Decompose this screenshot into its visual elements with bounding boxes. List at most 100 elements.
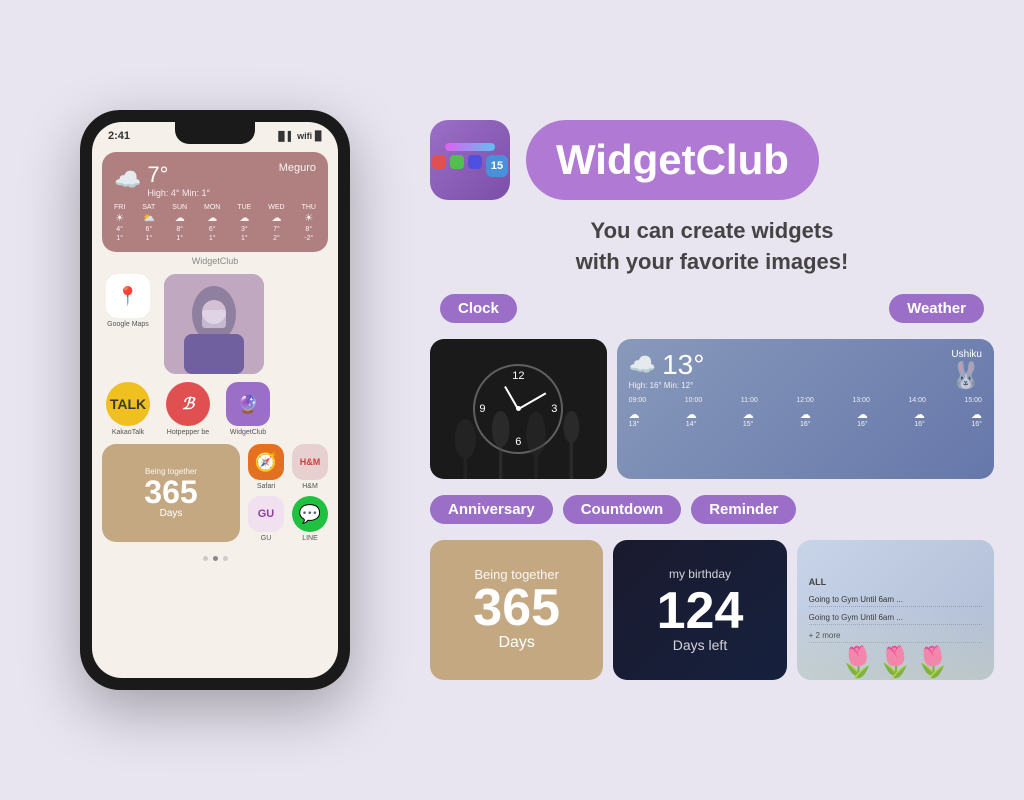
maps-label: Google Maps (107, 321, 149, 328)
cloud-icon: ☁️ (114, 167, 141, 193)
badge-row-1: Clock Weather (430, 294, 994, 323)
phone-section: 2:41 ▐▌▌ wifi ▉ ☁️ 7° (30, 110, 400, 690)
ann-number-small: 365 (144, 476, 197, 508)
weather-day: SAT⛅6°1° (142, 204, 155, 242)
brand-name: WidgetClub (556, 136, 789, 183)
reminder-item-1: Going to Gym Until 6am ... (809, 593, 982, 607)
wp-temp: 13° (662, 349, 704, 381)
photo-widget (164, 274, 264, 374)
ann-being-small: Being together (145, 467, 197, 476)
safari-icon: 🧭 (248, 444, 284, 480)
cd-label: my birthday (669, 567, 731, 581)
bottom-icons-row-1: 🧭 Safari H&M H&M (248, 444, 328, 490)
clock-badge: Clock (440, 294, 517, 323)
wp-info: ☁️ 13° High: 16° Min: 12° (629, 349, 705, 390)
apps-row-2: TALK KakaoTalk ℬ Hotpepper be 🔮 WidgetCl… (102, 382, 328, 436)
wp-hours: 09:0010:0011:0012:0013:0014:0015:00 (629, 397, 982, 404)
hotpepper-label: Hotpepper be (167, 429, 209, 436)
app-item-widgetclub: 🔮 WidgetClub (226, 382, 270, 436)
ann-days-small: Days (160, 508, 183, 519)
app-safari: 🧭 Safari (248, 444, 284, 490)
status-icons: ▐▌▌ wifi ▉ (275, 131, 322, 142)
app-hm: H&M H&M (292, 444, 328, 490)
tagline-line2: with your favorite images! (576, 249, 849, 274)
info-section: 15 WidgetClub You can create widgets wit… (430, 120, 994, 680)
wp-right: Ushiku 🐰 (950, 349, 982, 391)
wp-minmax: High: 16° Min: 12° (629, 381, 705, 390)
weather-badge: Weather (889, 294, 984, 323)
page-dot-1 (203, 556, 208, 561)
wp-cloud-icon: ☁️ (629, 352, 656, 378)
widget-label-weather: WidgetClub (102, 256, 328, 266)
wifi-icon: wifi (297, 131, 312, 141)
weather-day: THU☀8°-2° (302, 204, 316, 242)
bottom-icons-row-2: GU GU 💬 LINE (248, 496, 328, 542)
phone-mockup: 2:41 ▐▌▌ wifi ▉ ☁️ 7° (80, 110, 350, 690)
app-gu: GU GU (248, 496, 284, 542)
wp-weather-icons: ☁☁☁☁☁☁☁ (629, 408, 982, 421)
cd-number: 124 (657, 585, 744, 637)
page-dot-3 (223, 556, 228, 561)
weather-top: ☁️ 7° High: 4° Min: 1° Meguro (114, 162, 316, 198)
weather-day: WED☁7°2° (268, 204, 284, 242)
widgetclub-small-icon: 🔮 (226, 382, 270, 426)
brand-header: 15 WidgetClub (430, 120, 994, 200)
cd-days: Days left (673, 637, 727, 653)
hotpepper-icon: ℬ (166, 382, 210, 426)
maps-icon: 📍 (106, 274, 150, 318)
wp-location: Ushiku (950, 349, 982, 360)
weather-preview-widget: ☁️ 13° High: 16° Min: 12° Ushiku 🐰 09:00… (617, 339, 994, 479)
battery-icon: ▉ (315, 131, 322, 142)
phone-content: ☁️ 7° High: 4° Min: 1° Meguro FRI☀4°1° S… (92, 146, 338, 678)
reminder-preview-widget: ALL Going to Gym Until 6am ... Going to … (797, 540, 994, 680)
clock-12: 12 (512, 370, 524, 382)
app-item-hotpepper: ℬ Hotpepper be (166, 382, 210, 436)
weather-day: FRI☀4°1° (114, 204, 125, 242)
flower-decoration: 🌷🌷🌷 (797, 610, 994, 680)
weather-days: FRI☀4°1° SAT⛅6°1° SUN☁8°1° MON☁6°1° TUE☁… (114, 204, 316, 242)
anniversary-widget-small: Being together 365 Days (102, 444, 240, 542)
ann-pre-number: 365 (473, 582, 560, 634)
ann-pre-being: Being together (474, 567, 559, 582)
widgetclub-label: WidgetClub (230, 429, 266, 436)
page-dot-2 (213, 556, 218, 561)
app-icon-large: 15 (430, 120, 510, 200)
weather-temp: 7° (147, 162, 210, 188)
weather-day: SUN☁8°1° (172, 204, 187, 242)
tagline-line1: You can create widgets (591, 218, 834, 243)
wp-temps: 13°14°15°16°16°16°16° (629, 421, 982, 428)
line-icon: 💬 (292, 496, 328, 532)
weather-minmax: High: 4° Min: 1° (147, 188, 210, 198)
app-item-maps: 📍 Google Maps (106, 274, 150, 374)
weather-location: Meguro (279, 162, 316, 174)
weather-day: MON☁6°1° (204, 204, 220, 242)
anniversary-badge: Anniversary (430, 495, 553, 524)
countdown-preview-widget: my birthday 124 Days left (613, 540, 786, 680)
status-time: 2:41 (108, 130, 130, 142)
countdown-badge: Countdown (563, 495, 681, 524)
apps-row: 📍 Google Maps (102, 274, 328, 374)
pagination (102, 550, 328, 565)
kakao-label: KakaoTalk (112, 429, 144, 436)
reminder-badge: Reminder (691, 495, 796, 524)
dot-red (432, 155, 446, 169)
badge-row-2: Anniversary Countdown Reminder (430, 495, 994, 524)
weather-left: ☁️ 7° High: 4° Min: 1° (114, 162, 210, 198)
phone-weather-widget: ☁️ 7° High: 4° Min: 1° Meguro FRI☀4°1° S… (102, 152, 328, 252)
phone-notch (175, 122, 255, 144)
preview-row-2: Being together 365 Days my birthday 124 … (430, 540, 994, 680)
ann-pre-days: Days (498, 634, 534, 652)
tagline: You can create widgets with your favorit… (430, 216, 994, 278)
hm-icon: H&M (292, 444, 328, 480)
bottom-icons-group: 🧭 Safari H&M H&M GU (248, 444, 328, 542)
wp-top: ☁️ 13° High: 16° Min: 12° Ushiku 🐰 (629, 349, 982, 391)
kakao-icon: TALK (106, 382, 150, 426)
minute-hand (518, 392, 546, 409)
app-version-number: 15 (486, 155, 508, 177)
anniversary-preview-widget: Being together 365 Days (430, 540, 603, 680)
preview-row-1: 12 3 6 9 (430, 339, 994, 479)
rabbit-icon: 🐰 (950, 360, 982, 390)
icon-dots: 15 (432, 155, 508, 177)
dot-blue (468, 155, 482, 169)
brand-name-pill: WidgetClub (526, 120, 819, 200)
